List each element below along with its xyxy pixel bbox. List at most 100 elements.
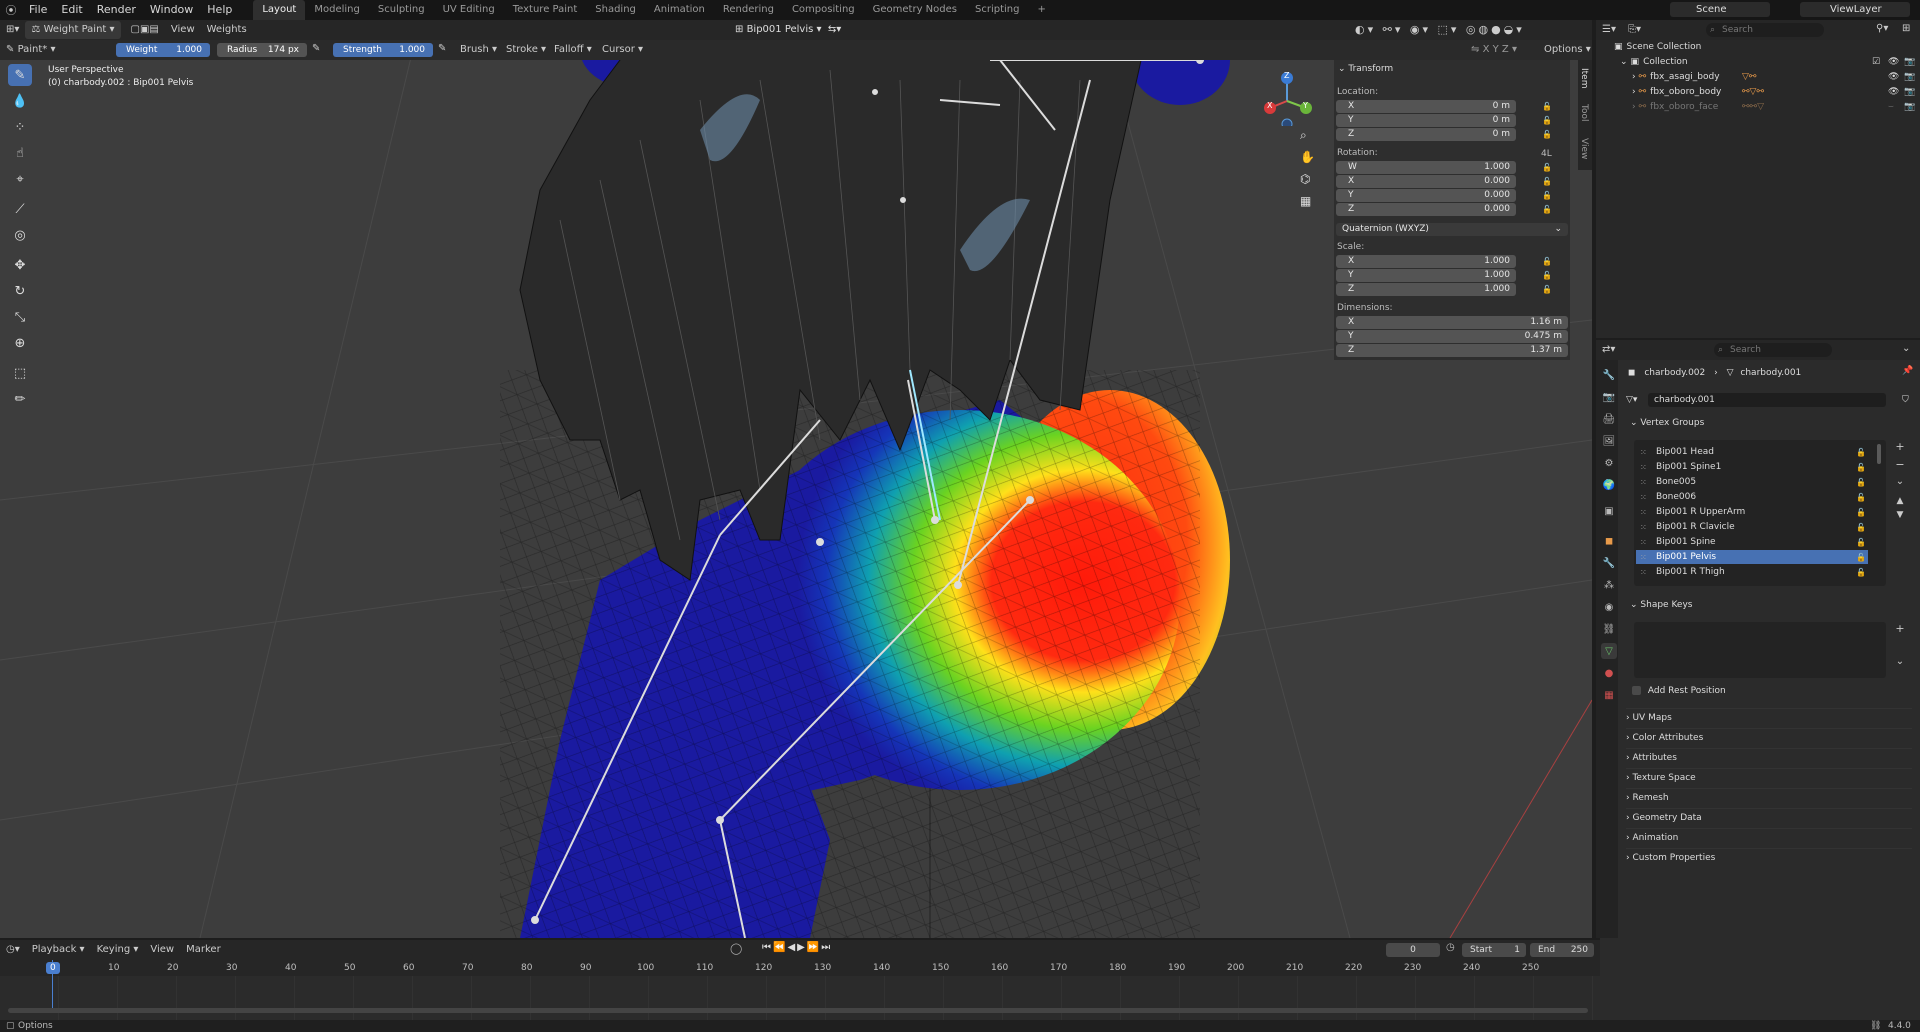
cursor-tool-icon[interactable]: ◎: [8, 224, 32, 246]
tab-modeling[interactable]: Modeling: [305, 0, 369, 20]
remove-vertex-group-button[interactable]: −: [1892, 458, 1908, 474]
lock-icon[interactable]: 🔓: [1542, 116, 1552, 125]
tool-tab-icon[interactable]: 🔧: [1601, 367, 1617, 383]
tab-sculpting[interactable]: Sculpting: [369, 0, 434, 20]
timeline-scrollbar[interactable]: [8, 1008, 1588, 1013]
timeline-editor-icon[interactable]: ◷▾: [0, 941, 26, 959]
tab-tool[interactable]: Tool: [1579, 104, 1589, 121]
tab-texture-paint[interactable]: Texture Paint: [504, 0, 587, 20]
constraints-tab-icon[interactable]: ⛓: [1601, 621, 1617, 637]
menu-file[interactable]: File: [22, 0, 54, 20]
stroke-dropdown[interactable]: Stroke ▾: [500, 41, 552, 59]
pan-hand-icon[interactable]: ✋: [1300, 150, 1316, 166]
viewport-shading-controls[interactable]: ◐▾ ⚯▾ ◉▾ ⬚▾ ◎◍●◒▾: [1355, 22, 1585, 38]
vertex-group-row-selected[interactable]: Bip001 Pelvis: [1636, 550, 1868, 564]
rotation-x-field[interactable]: X 0.000: [1336, 175, 1516, 188]
eye-closed-icon[interactable]: ⌣: [1888, 100, 1894, 115]
collection-tab-icon[interactable]: ▣: [1601, 503, 1617, 519]
properties-editor-icon[interactable]: ⇄▾: [1596, 341, 1621, 359]
rotation-y-field[interactable]: Y 0.000: [1336, 189, 1516, 202]
camera-icon[interactable]: 📷: [1904, 70, 1915, 85]
mesh-datablock-field[interactable]: ▽▾ charbody.001 ⛉: [1626, 392, 1916, 408]
outliner-collection[interactable]: ⌄ ▣ Collection ☑ 👁 📷: [1620, 55, 1916, 70]
record-button[interactable]: ◯: [730, 942, 744, 956]
eye-icon[interactable]: 👁: [1888, 55, 1899, 70]
scene-tab-icon[interactable]: ⚙: [1601, 455, 1617, 471]
vertex-group-row[interactable]: Bip001 R UpperArm: [1636, 505, 1868, 519]
tab-shading[interactable]: Shading: [586, 0, 645, 20]
new-collection-icon[interactable]: ⊞: [1902, 23, 1910, 34]
brush-dropdown[interactable]: Brush ▾: [454, 41, 503, 59]
view-layer-tab-icon[interactable]: 🖼: [1601, 433, 1617, 449]
lock-icon[interactable]: 🔓: [1542, 163, 1552, 172]
lock-icon[interactable]: 🔓: [1542, 205, 1552, 214]
navigation-gizmo[interactable]: Z X Y: [1262, 66, 1322, 130]
tab-view[interactable]: View: [1579, 138, 1589, 159]
lock-icon[interactable]: 🔓: [1542, 177, 1552, 186]
scale-tool-icon[interactable]: ⤡: [8, 306, 32, 328]
current-frame-field[interactable]: 0: [1386, 943, 1440, 957]
location-x-field[interactable]: X 0 m: [1336, 100, 1516, 113]
modifier-tab-icon[interactable]: 🔧: [1601, 555, 1617, 571]
scale-x-field[interactable]: X 1.000: [1336, 255, 1516, 268]
outliner-item[interactable]: › ⚯ fbx_oboro_face ⚯⚯▽ ⌣ 📷: [1632, 100, 1916, 115]
chevron-down-icon[interactable]: ⌄: [1902, 343, 1910, 354]
panel-uv-maps[interactable]: › UV Maps: [1626, 708, 1912, 727]
transform-tool-icon[interactable]: ⊕: [8, 332, 32, 354]
scene-selector[interactable]: Scene: [1670, 2, 1770, 17]
physics-tab-icon[interactable]: ◉: [1601, 599, 1617, 615]
tab-geometry-nodes[interactable]: Geometry Nodes: [864, 0, 966, 20]
radius-field[interactable]: Radius 174 px: [217, 43, 307, 57]
strength-field[interactable]: Strength 1.000: [333, 43, 433, 57]
camera-icon[interactable]: 📷: [1904, 100, 1915, 115]
add-shape-key-button[interactable]: +: [1892, 622, 1908, 638]
select-box-tool-icon[interactable]: ⬚: [8, 362, 32, 384]
end-frame-field[interactable]: End 250: [1530, 943, 1594, 957]
lock-icon[interactable]: 🔓: [1542, 271, 1552, 280]
marker-menu[interactable]: Marker: [180, 941, 227, 959]
radius-pressure-icon[interactable]: ✎: [312, 43, 320, 54]
start-frame-field[interactable]: Start 1: [1462, 943, 1526, 957]
gradient-tool-icon[interactable]: ⟋: [8, 198, 32, 220]
object-tab-icon[interactable]: ◼: [1601, 533, 1617, 549]
brush-selector[interactable]: ✎ Paint* ▾: [0, 41, 110, 59]
eye-icon[interactable]: 👁: [1888, 85, 1899, 100]
panel-attributes[interactable]: › Attributes: [1626, 748, 1912, 767]
camera-icon[interactable]: 📷: [1904, 55, 1915, 70]
particles-tab-icon[interactable]: ⁂: [1601, 577, 1617, 593]
tab-scripting[interactable]: Scripting: [966, 0, 1028, 20]
menu-edit[interactable]: Edit: [54, 0, 89, 20]
outliner-item[interactable]: › ⚯ fbx_asagi_body ▽⚯ 👁 📷: [1632, 70, 1916, 85]
tab-compositing[interactable]: Compositing: [783, 0, 864, 20]
keying-menu[interactable]: Keying ▾: [91, 941, 145, 959]
shape-key-specials-button[interactable]: ⌄: [1892, 656, 1908, 672]
tab-item[interactable]: Item: [1579, 68, 1589, 89]
vertex-group-row[interactable]: Bip001 Spine1: [1636, 460, 1868, 474]
pin-icon[interactable]: 📌: [1902, 366, 1913, 376]
panel-color-attributes[interactable]: › Color Attributes: [1626, 728, 1912, 747]
move-down-button[interactable]: ▼: [1892, 510, 1908, 524]
zoom-icon[interactable]: ⌕: [1300, 128, 1316, 144]
render-tab-icon[interactable]: 📷: [1601, 389, 1617, 405]
timeline-view-menu[interactable]: View: [144, 941, 180, 959]
menu-render[interactable]: Render: [90, 0, 143, 20]
menu-weights[interactable]: Weights: [201, 21, 253, 39]
move-tool-icon[interactable]: ✥: [8, 254, 32, 276]
data-tab-icon[interactable]: ▽: [1601, 643, 1617, 659]
location-z-field[interactable]: Z 0 m: [1336, 128, 1516, 141]
rotate-tool-icon[interactable]: ↻: [8, 280, 32, 302]
select-mode-icons[interactable]: ▢▣▤: [125, 21, 165, 39]
viewlayer-selector[interactable]: ViewLayer: [1800, 2, 1910, 17]
tab-uv-editing[interactable]: UV Editing: [434, 0, 504, 20]
panel-custom-properties[interactable]: › Custom Properties: [1626, 848, 1912, 867]
editor-type-icon[interactable]: ⊞▾: [0, 21, 25, 39]
checkbox-icon[interactable]: ☑: [1872, 55, 1880, 70]
mirror-axis-toggles[interactable]: ⇋ X Y Z ▾: [1465, 41, 1523, 59]
vertex-group-specials-button[interactable]: ⌄: [1892, 476, 1908, 492]
panel-texture-space[interactable]: › Texture Space: [1626, 768, 1912, 787]
dimensions-y-field[interactable]: Y 0.475 m: [1336, 330, 1568, 343]
vertex-group-row[interactable]: Bip001 R Thigh: [1636, 565, 1868, 579]
lock-icon[interactable]: 🔓: [1542, 130, 1552, 139]
preview-range-icon[interactable]: ◷: [1446, 942, 1460, 956]
camera-icon[interactable]: 📷: [1904, 85, 1915, 100]
